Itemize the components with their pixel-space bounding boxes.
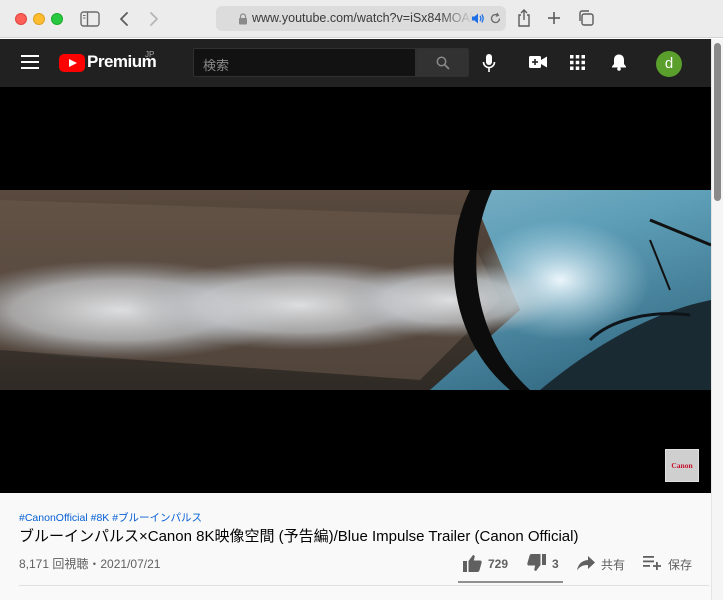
bell-icon[interactable] <box>611 53 627 71</box>
search-button[interactable] <box>416 48 469 77</box>
close-window-button[interactable] <box>15 13 27 25</box>
youtube-logo-icon[interactable] <box>59 54 85 72</box>
browser-window: www.youtube.com/watch?v=iSx84MOAlx Premi… <box>0 0 723 600</box>
create-video-icon[interactable] <box>529 55 547 69</box>
hashtags[interactable]: #CanonOfficial #8K #ブルーインパルス <box>19 510 202 525</box>
tabs-overview-icon[interactable] <box>577 9 595 27</box>
video-player[interactable]: Canon <box>0 87 711 493</box>
menu-icon[interactable] <box>21 55 39 69</box>
browser-toolbar: www.youtube.com/watch?v=iSx84MOAlx <box>0 0 723 38</box>
sidebar-icon[interactable] <box>80 10 100 28</box>
thumbs-up-icon <box>463 555 482 572</box>
search-icon <box>436 56 450 70</box>
back-icon[interactable] <box>116 9 132 29</box>
video-frame <box>0 190 711 390</box>
scrollbar[interactable] <box>711 39 723 600</box>
search-input[interactable]: 検索 <box>193 48 416 77</box>
video-title: ブルーインパルス×Canon 8K映像空間 (予告編)/Blue Impulse… <box>19 528 579 545</box>
canon-watermark[interactable]: Canon <box>665 449 699 482</box>
avatar[interactable]: d <box>656 51 682 77</box>
new-tab-icon[interactable] <box>546 10 562 26</box>
scrollbar-thumb[interactable] <box>714 43 721 201</box>
view-count-date: 8,171 回視聴・2021/07/21 <box>19 557 161 571</box>
apps-icon[interactable] <box>570 55 585 70</box>
canon-watermark-text: Canon <box>671 461 693 470</box>
thumbs-down-icon <box>527 554 546 571</box>
region-label: JP <box>145 50 155 59</box>
minimize-window-button[interactable] <box>33 13 45 25</box>
youtube-header: Premium JP 検索 d <box>0 39 711 87</box>
address-bar[interactable]: www.youtube.com/watch?v=iSx84MOAlx <box>216 6 506 31</box>
share-icon[interactable] <box>516 8 532 28</box>
url-fade <box>438 8 474 29</box>
like-count: 729 <box>488 557 509 571</box>
like-ratio-bar <box>458 581 563 583</box>
dislike-count: 3 <box>552 557 559 571</box>
reload-icon[interactable] <box>489 12 502 25</box>
zoom-window-button[interactable] <box>51 13 63 25</box>
playlist-add-icon <box>643 556 661 570</box>
lock-icon <box>239 13 247 25</box>
audio-icon[interactable] <box>471 12 485 25</box>
share-label: 共有 <box>601 558 626 572</box>
forward-icon[interactable] <box>146 9 162 29</box>
search-placeholder: 検索 <box>203 58 230 73</box>
save-label: 保存 <box>668 558 693 572</box>
divider <box>19 585 709 586</box>
share-arrow-icon <box>577 556 595 571</box>
video-info: #CanonOfficial #8K #ブルーインパルス ブルーインパルス×Ca… <box>0 493 711 600</box>
mic-icon[interactable] <box>482 53 496 73</box>
